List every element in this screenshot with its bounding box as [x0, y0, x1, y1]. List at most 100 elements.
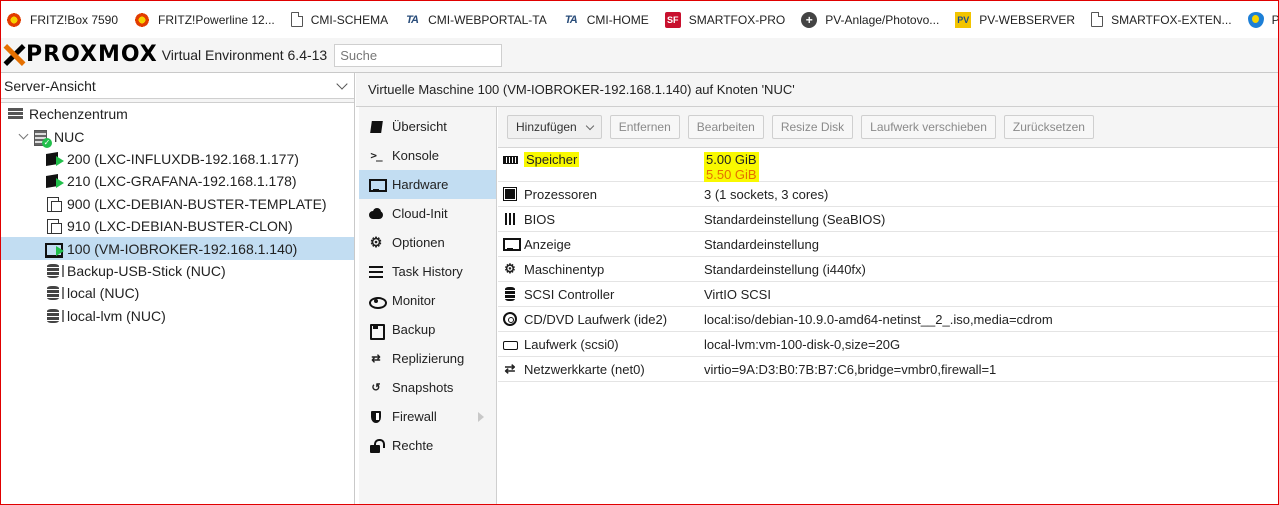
hardware-toolbar: Hinzufügen Entfernen Bearbeiten Resize D… [498, 107, 1278, 148]
tree-item-label: Rechenzentrum [29, 106, 128, 123]
tree-item-label: 910 (LXC-DEBIAN-BUSTER-CLON) [67, 218, 293, 235]
nav-item[interactable]: ⇄ Replizierung [359, 344, 496, 373]
hardware-row[interactable]: Laufwerk (scsi0) local-lvm:vm-100-disk-0,… [498, 332, 1278, 357]
nav-item[interactable]: ⚙ Optionen [359, 228, 496, 257]
nav-item[interactable]: >_ Konsole [359, 141, 496, 170]
tree-item-label: NUC [54, 128, 85, 145]
hardware-value-text: 3 (1 sockets, 3 cores) [704, 186, 829, 202]
hardware-row[interactable]: BIOS Standardeinstellung (SeaBIOS) [498, 207, 1278, 232]
bookmark-item[interactable]: SF SMARTFOX-PRO [660, 1, 796, 38]
nav-item[interactable]: ↺ Snapshots [359, 373, 496, 402]
chevron-down-icon [336, 77, 348, 90]
tree-item[interactable]: NUC [1, 125, 354, 148]
chevron-down-icon[interactable] [19, 132, 29, 142]
nav-item[interactable]: Firewall [359, 402, 496, 431]
tree-item[interactable]: 200 (LXC-INFLUXDB-192.168.1.177) [1, 148, 354, 170]
tree-item-label: Backup-USB-Stick (NUC) [67, 262, 226, 279]
nav-item-label: Rechte [392, 438, 434, 453]
hardware-row[interactable]: ⇄ Netzwerkkarte (net0) virtio=9A:D3:B0:7B:… [498, 357, 1278, 382]
revert-button[interactable]: Zurücksetzen [1003, 115, 1094, 139]
nav-item[interactable]: Cloud-Init [359, 199, 496, 228]
hardware-name: Prozessoren [524, 187, 704, 202]
node-online-icon [32, 129, 52, 148]
hardware-name: Maschinentyp [524, 262, 704, 277]
tree-item[interactable]: 900 (LXC-DEBIAN-BUSTER-TEMPLATE) [1, 193, 354, 215]
hardware-value: 5.00 GiB 5.50 GiB [704, 152, 1278, 182]
tree-item[interactable]: Rechenzentrum [1, 103, 354, 125]
tree-item-label: 200 (LXC-INFLUXDB-192.168.1.177) [67, 150, 299, 167]
bookmark-item[interactable]: FRITZ!Powerline 12... [129, 1, 286, 38]
bookmark-item[interactable]: TA CMI-WEBPORTAL-TA [399, 1, 558, 38]
cloud-icon [369, 207, 383, 221]
display-icon [502, 237, 521, 251]
nav-item[interactable]: Monitor [359, 286, 496, 315]
container-running-icon [45, 151, 64, 167]
bookmark-label: SMARTFOX-EXTEN... [1111, 12, 1232, 27]
smartfox-icon: SF [664, 11, 681, 28]
bookmark-item[interactable]: CMI-SCHEMA [286, 1, 399, 38]
shield-logo-icon [1247, 11, 1264, 28]
gear-icon: ⚙ [369, 234, 383, 250]
hardware-name-text: SCSI Controller [524, 286, 615, 302]
bookmark-item[interactable]: PV PV-WEBSERVER [950, 1, 1086, 38]
move-disk-button[interactable]: Laufwerk verschieben [861, 115, 996, 139]
hardware-name: Speicher [524, 152, 704, 167]
edit-button[interactable]: Bearbeiten [687, 115, 764, 139]
view-select-label: Server-Ansicht [4, 77, 96, 94]
nav-item[interactable]: Rechte [359, 431, 496, 460]
bookmark-label: PV-WEBSERVER [979, 12, 1076, 27]
hardware-name-text: CD/DVD Laufwerk (ide2) [524, 311, 668, 327]
search-input[interactable] [334, 43, 503, 67]
database-icon [502, 287, 518, 301]
bookmark-item[interactable]: FRITZ!Box 7590 [1, 1, 129, 38]
hardware-value: local:iso/debian-10.9.0-amd64-netinst__2… [704, 312, 1278, 327]
view-select[interactable]: Server-Ansicht [1, 73, 354, 99]
cdrom-icon [502, 312, 518, 326]
nav-item[interactable]: Übersicht [359, 112, 496, 141]
nav-item[interactable]: Backup [359, 315, 496, 344]
hardware-name-text: Maschinentyp [524, 261, 605, 277]
add-button[interactable]: Hinzufügen [507, 115, 602, 139]
nav-item-label: Cloud-Init [392, 206, 448, 221]
tree-item[interactable]: local-lvm (NUC) [1, 305, 354, 327]
tree-item[interactable]: 210 (LXC-GRAFANA-192.168.1.178) [1, 170, 354, 192]
vm-running-icon [45, 241, 64, 258]
resize-disk-button[interactable]: Resize Disk [771, 115, 854, 139]
hardware-value-text: local-lvm:vm-100-disk-0,size=20G [704, 336, 901, 352]
hardware-row[interactable]: Speicher 5.00 GiB 5.50 GiB [498, 148, 1278, 182]
ta-logo-icon: TA [406, 13, 419, 26]
hardware-name: Laufwerk (scsi0) [524, 337, 704, 352]
tree-item[interactable]: Backup-USB-Stick (NUC) [1, 260, 354, 282]
hardware-value: VirtIO SCSI [704, 287, 1278, 302]
bookmark-label: CMI-WEBPORTAL-TA [428, 12, 547, 27]
bookmark-item[interactable]: PV-FORUM [1243, 1, 1278, 38]
hardware-name-text: Laufwerk (scsi0) [524, 336, 619, 352]
hardware-row[interactable]: Prozessoren 3 (1 sockets, 3 cores) [498, 182, 1278, 207]
vm-nav-menu: Übersicht >_ Konsole Hardware Cloud-Init ⚙ Opt… [359, 107, 497, 504]
logo-text: PROXMOX [26, 42, 158, 67]
bookmark-item[interactable]: TA CMI-HOME [558, 1, 660, 38]
hardware-row[interactable]: CD/DVD Laufwerk (ide2) local:iso/debian-1… [498, 307, 1278, 332]
cogs-icon: ⚙ [504, 261, 516, 276]
nav-item[interactable]: Task History [359, 257, 496, 286]
bios-icon [502, 212, 518, 226]
nav-item[interactable]: Hardware [359, 170, 496, 199]
tree-item[interactable]: local (NUC) [1, 282, 354, 304]
hardware-row[interactable]: ⚙ Maschinentyp Standardeinstellung (i440fx… [498, 257, 1278, 282]
remove-button[interactable]: Entfernen [609, 115, 680, 139]
proxmox-logo[interactable]: PROXMOX [3, 38, 158, 73]
hardware-value: Standardeinstellung (i440fx) [704, 262, 1278, 277]
container-running-icon [45, 173, 64, 189]
hardware-row[interactable]: SCSI Controller VirtIO SCSI [498, 282, 1278, 307]
bookmark-item[interactable]: SMARTFOX-EXTEN... [1086, 1, 1242, 38]
hardware-row[interactable]: Anzeige Standardeinstellung [498, 232, 1278, 257]
hardware-value: local-lvm:vm-100-disk-0,size=20G [704, 337, 1278, 352]
hardware-name-text: Anzeige [524, 236, 571, 252]
tree-item[interactable]: 100 (VM-IOBROKER-192.168.1.140) [1, 237, 354, 260]
hardware-name: CD/DVD Laufwerk (ide2) [524, 312, 704, 327]
bookmark-item[interactable]: + PV-Anlage/Photovo... [796, 1, 950, 38]
tree-item-label: 100 (VM-IOBROKER-192.168.1.140) [67, 240, 298, 257]
retweet-icon: ⇄ [371, 353, 381, 365]
tree-item[interactable]: 910 (LXC-DEBIAN-BUSTER-CLON) [1, 215, 354, 237]
tree-item-label: 900 (LXC-DEBIAN-BUSTER-TEMPLATE) [67, 195, 327, 212]
